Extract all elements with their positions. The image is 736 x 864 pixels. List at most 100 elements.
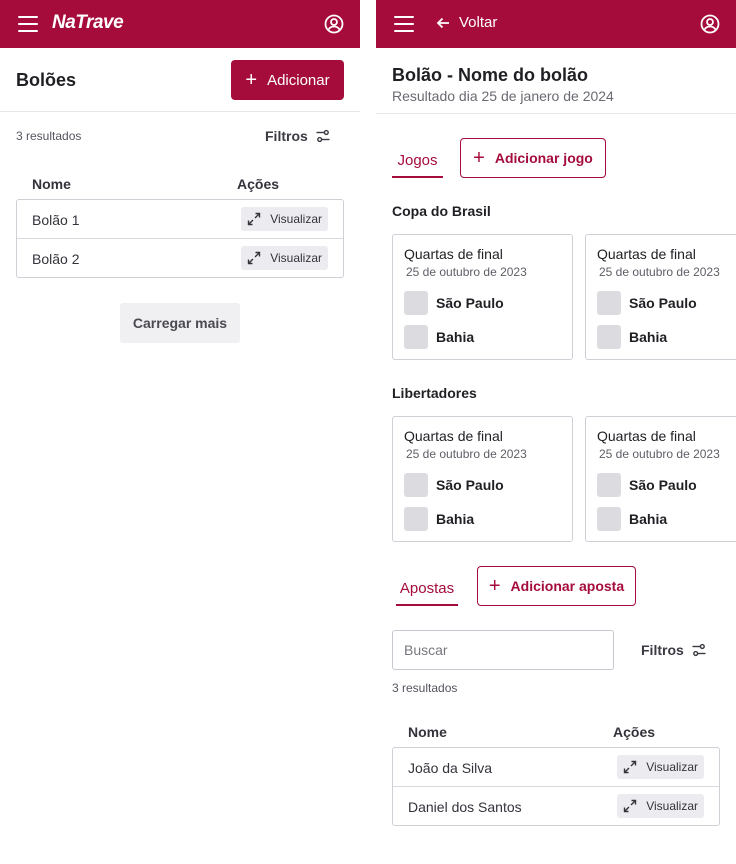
menu-icon[interactable] — [394, 16, 414, 32]
arrow-left-icon — [436, 17, 449, 28]
add-game-button[interactable]: + Adicionar jogo — [460, 138, 606, 178]
team-name: Bahia — [436, 329, 475, 345]
add-game-label: Adicionar jogo — [494, 150, 593, 166]
plus-icon: + — [245, 69, 258, 91]
account-icon[interactable] — [700, 14, 720, 34]
results-count: 3 resultados — [392, 681, 458, 695]
filter-icon — [692, 643, 706, 657]
plus-icon: + — [488, 575, 501, 597]
match-card[interactable]: Quartas de final 25 de outubro de 2023 S… — [585, 234, 736, 360]
match-date: 25 de outubro de 2023 — [406, 447, 527, 461]
row-name: Daniel dos Santos — [408, 799, 522, 815]
row-name: João da Silva — [408, 760, 493, 776]
team-crest-icon — [404, 507, 428, 531]
expand-icon — [247, 212, 261, 226]
team-crest-icon — [597, 291, 621, 315]
view-button-label: Visualizar — [270, 212, 322, 226]
team-home: São Paulo — [404, 291, 504, 315]
team-home: São Paulo — [597, 291, 697, 315]
match-card[interactable]: Quartas de final 25 de outubro de 2023 S… — [585, 416, 736, 542]
tab-jogos[interactable]: Jogos — [392, 152, 443, 178]
match-date: 25 de outubro de 2023 — [599, 447, 720, 461]
competition-title: Libertadores — [392, 385, 477, 401]
view-button-label: Visualizar — [270, 251, 322, 265]
load-more-button[interactable]: Carregar mais — [120, 303, 240, 343]
boloes-list-screen: NaTrave Bolões + Adicionar 3 resultados … — [0, 0, 360, 864]
menu-icon[interactable] — [18, 16, 38, 32]
team-crest-icon — [597, 473, 621, 497]
filter-icon — [316, 129, 330, 143]
team-name: São Paulo — [436, 477, 504, 493]
plus-icon: + — [473, 147, 485, 169]
app-logo[interactable]: NaTrave — [52, 12, 124, 34]
back-label: Voltar — [459, 14, 498, 31]
page-header: Bolão - Nome do bolão Resultado dia 25 d… — [376, 48, 736, 114]
match-date: 25 de outubro de 2023 — [599, 265, 720, 279]
match-card[interactable]: Quartas de final 25 de outubro de 2023 S… — [392, 416, 573, 542]
app-bar: NaTrave — [0, 0, 360, 48]
team-name: São Paulo — [629, 477, 697, 493]
expand-icon — [623, 799, 637, 813]
add-button-label: Adicionar — [267, 71, 330, 89]
view-button[interactable]: Visualizar — [241, 246, 328, 270]
team-home: São Paulo — [404, 473, 504, 497]
team-crest-icon — [597, 507, 621, 531]
match-stage: Quartas de final — [404, 246, 503, 262]
page-subtitle: Resultado dia 25 de janero de 2024 — [392, 88, 614, 104]
filters-button[interactable]: Filtros — [265, 128, 330, 144]
table-row: Daniel dos Santos Visualizar — [393, 787, 719, 825]
tab-apostas[interactable]: Apostas — [396, 580, 458, 606]
team-crest-icon — [597, 325, 621, 349]
team-home: São Paulo — [597, 473, 697, 497]
column-header-actions: Ações — [237, 176, 280, 192]
column-header-actions: Ações — [613, 724, 656, 740]
view-button-label: Visualizar — [646, 799, 698, 813]
view-button[interactable]: Visualizar — [617, 794, 704, 818]
page-header: Bolões + Adicionar — [0, 48, 360, 112]
add-bet-label: Adicionar aposta — [510, 578, 625, 594]
results-count: 3 resultados — [16, 129, 82, 143]
team-crest-icon — [404, 473, 428, 497]
page-title: Bolões — [16, 70, 77, 90]
account-icon[interactable] — [324, 14, 344, 34]
match-stage: Quartas de final — [404, 428, 503, 444]
add-bet-button[interactable]: + Adicionar aposta — [477, 566, 636, 606]
table-row: Bolão 1 Visualizar — [17, 200, 343, 239]
match-cards: Quartas de final 25 de outubro de 2023 S… — [392, 416, 736, 542]
team-name: Bahia — [629, 329, 668, 345]
back-button[interactable]: Voltar — [436, 14, 497, 31]
bets-table: João da Silva Visualizar Daniel dos Sant… — [392, 747, 720, 826]
view-button[interactable]: Visualizar — [241, 207, 328, 231]
view-button[interactable]: Visualizar — [617, 755, 704, 779]
column-header-name: Nome — [32, 176, 71, 192]
app-bar: Voltar — [376, 0, 736, 48]
team-name: São Paulo — [436, 295, 504, 311]
row-name: Bolão 2 — [32, 251, 80, 267]
bolao-detail-screen: Voltar Bolão - Nome do bolão Resultado d… — [376, 0, 736, 864]
table-row: Bolão 2 Visualizar — [17, 239, 343, 277]
filters-label: Filtros — [265, 128, 308, 144]
expand-icon — [247, 251, 261, 265]
add-button[interactable]: + Adicionar — [231, 60, 344, 100]
match-date: 25 de outubro de 2023 — [406, 265, 527, 279]
search-input[interactable] — [392, 630, 614, 670]
team-away: Bahia — [404, 325, 474, 349]
row-name: Bolão 1 — [32, 212, 80, 228]
team-name: São Paulo — [629, 295, 697, 311]
table-row: João da Silva Visualizar — [393, 748, 719, 787]
view-button-label: Visualizar — [646, 760, 698, 774]
team-name: Bahia — [629, 511, 668, 527]
team-crest-icon — [404, 291, 428, 315]
boloes-table: Bolão 1 Visualizar Bolão 2 Visualizar — [16, 199, 344, 278]
team-away: Bahia — [597, 325, 667, 349]
match-stage: Quartas de final — [597, 246, 696, 262]
team-crest-icon — [404, 325, 428, 349]
competition-title: Copa do Brasil — [392, 203, 491, 219]
page-title: Bolão - Nome do bolão — [392, 65, 588, 85]
expand-icon — [623, 760, 637, 774]
match-cards: Quartas de final 25 de outubro de 2023 S… — [392, 234, 736, 360]
filters-label: Filtros — [641, 642, 684, 658]
match-card[interactable]: Quartas de final 25 de outubro de 2023 S… — [392, 234, 573, 360]
team-away: Bahia — [597, 507, 667, 531]
filters-button[interactable]: Filtros — [641, 642, 706, 658]
